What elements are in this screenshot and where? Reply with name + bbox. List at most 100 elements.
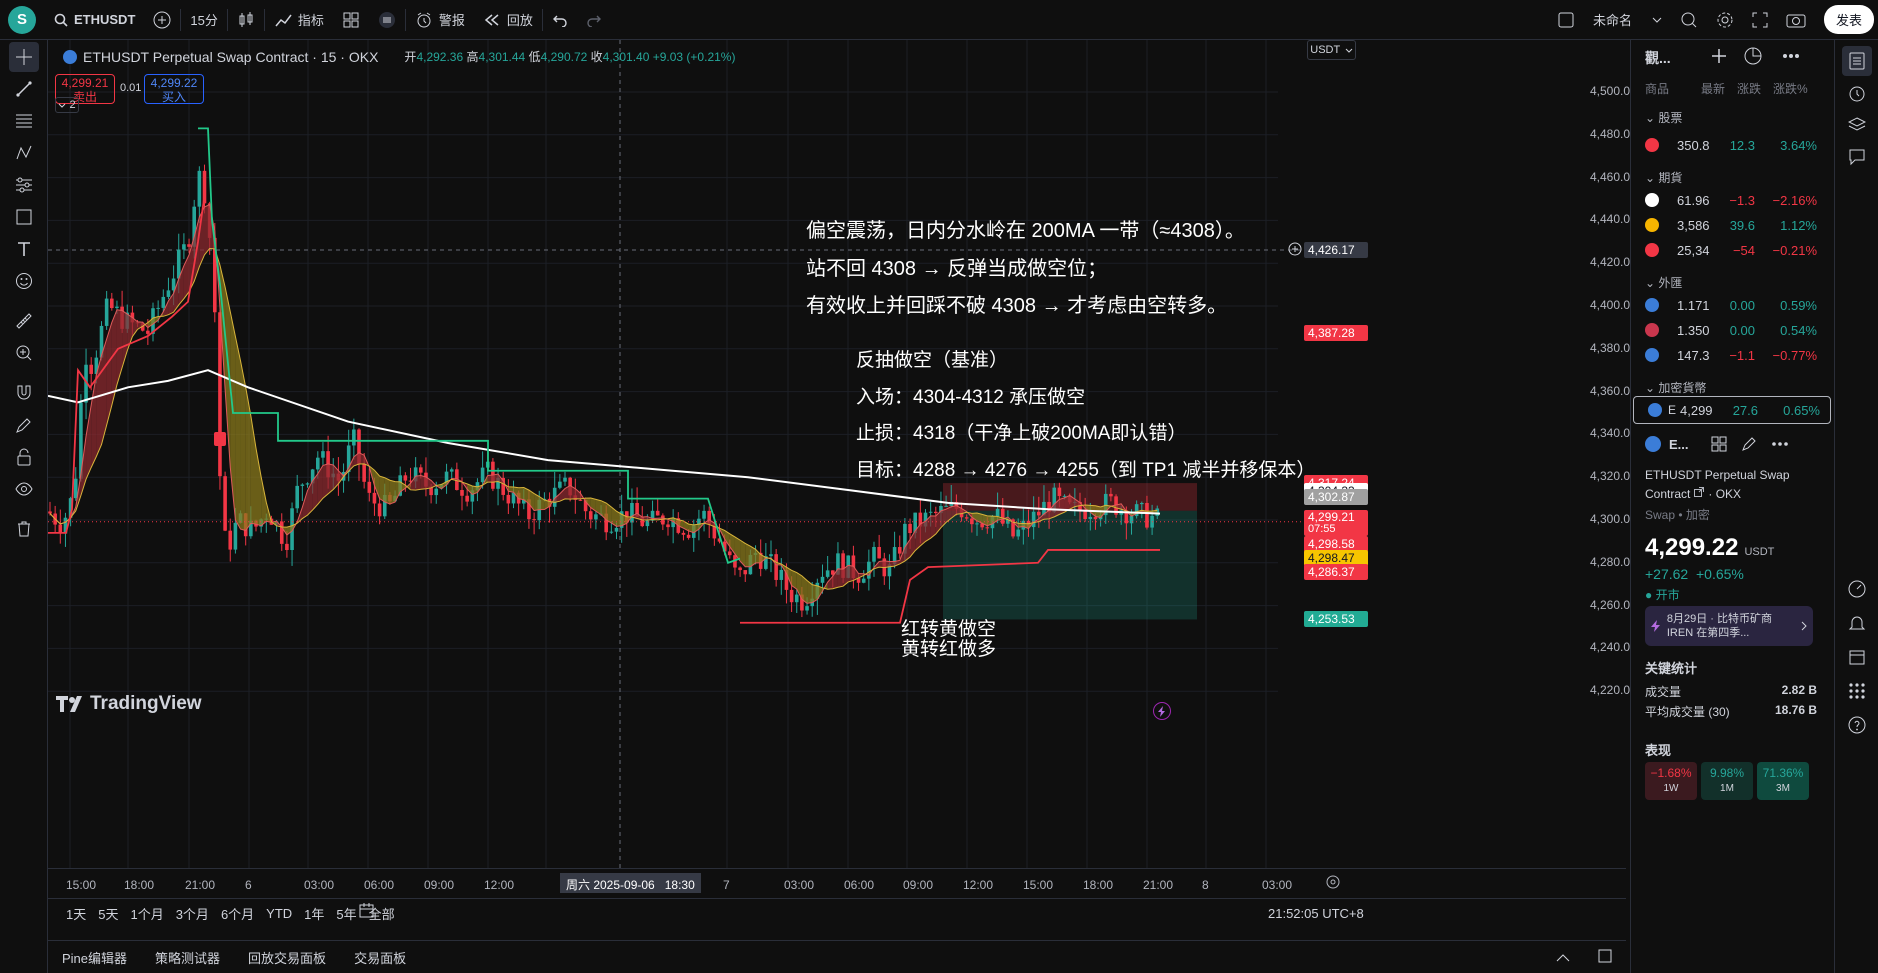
snapshot-button[interactable] [1777, 0, 1815, 40]
symbol-search[interactable]: ETHUSDT [45, 0, 144, 40]
grid-icon[interactable] [1711, 436, 1727, 452]
calendar-toggle[interactable] [1842, 642, 1872, 672]
col-change[interactable]: 涨跌 [1737, 80, 1773, 97]
indicators-collapse-button[interactable]: 2 [55, 97, 79, 113]
watchlist-toggle[interactable] [1842, 46, 1872, 76]
layout-toggle[interactable] [1548, 0, 1584, 40]
plan-title[interactable]: 反抽做空（基准） [856, 345, 1008, 372]
chart-area[interactable]: ETHUSDT Perpetual Swap Contract · 15 · O… [48, 40, 1637, 928]
bottom-tab[interactable]: 回放交易面板 [234, 948, 340, 967]
symbol-title[interactable]: ETHUSDT Perpetual Swap Contract · 15 · O… [83, 49, 378, 65]
chart-plot[interactable]: ETHUSDT Perpetual Swap Contract · 15 · O… [48, 40, 1637, 868]
range-button[interactable]: 6个月 [215, 904, 260, 923]
object-tree-toggle[interactable] [1842, 110, 1872, 140]
alerts-button[interactable]: 警报 [406, 0, 474, 40]
detail-symbol[interactable]: E... [1669, 437, 1689, 452]
chat-toggle[interactable] [1842, 142, 1872, 172]
watchlist-row[interactable]: 147.3 −1.1 −0.77% [1631, 341, 1835, 369]
group-crypto[interactable]: ⌄ 加密貨幣 [1645, 379, 1706, 396]
watchlist-more-button[interactable] [1781, 46, 1801, 69]
watchlist-row[interactable]: 350.8 12.3 3.64% [1631, 131, 1835, 159]
compare-button[interactable] [144, 0, 180, 40]
lightning-icon[interactable] [1153, 702, 1171, 720]
axis-settings-button[interactable] [1325, 874, 1341, 893]
logo-button[interactable]: S [0, 0, 45, 40]
fib-tool[interactable] [9, 106, 39, 136]
object-tree-button[interactable] [369, 0, 405, 40]
pattern-tool[interactable] [9, 138, 39, 168]
time-axis[interactable]: 周六 2025-09-06 18:30 15:00 18:00 21:00 6 03:0… [48, 868, 1626, 896]
watchlist-row[interactable]: 3,586 39.6 1.12% [1631, 211, 1835, 239]
watchlist-row[interactable]: 1.171 0.00 0.59% [1631, 291, 1835, 319]
settings-button[interactable] [1707, 0, 1743, 40]
watchlist-row[interactable]: 1.350 0.00 0.54% [1631, 316, 1835, 344]
external-link-icon[interactable] [1694, 487, 1705, 497]
zoom-tool[interactable] [9, 338, 39, 368]
clock-timezone[interactable]: 21:52:05 UTC+8 [1268, 906, 1364, 921]
range-button[interactable]: 1年 [298, 904, 330, 923]
maximize-panel-button[interactable] [1584, 949, 1626, 966]
measure-tool[interactable] [9, 306, 39, 336]
watchlist-row[interactable]: E 4,299 27.6 0.65% [1633, 396, 1831, 424]
notifications-toggle[interactable] [1842, 608, 1872, 638]
signal-note-1[interactable]: 红转黄做空 [901, 620, 996, 640]
crosshair-tool[interactable] [9, 42, 39, 72]
group-futures[interactable]: ⌄ 期貨 [1645, 169, 1682, 186]
col-change-pct[interactable]: 涨跌% [1773, 80, 1813, 97]
group-forex[interactable]: ⌄ 外匯 [1645, 274, 1682, 291]
trendline-tool[interactable] [9, 74, 39, 104]
text-tool[interactable] [9, 234, 39, 264]
undo-button[interactable] [543, 0, 577, 40]
delete-tool[interactable] [9, 514, 39, 544]
forecast-tool[interactable] [9, 170, 39, 200]
annotation-line-3[interactable]: 有效收上并回踩不破 4308 → 才考虑由空转多。 [806, 289, 1227, 318]
bottom-tab[interactable]: 交易面板 [340, 948, 420, 967]
news-card[interactable]: 8月29日 · 比特币矿商 IREN 在第四季... [1645, 606, 1813, 646]
indicators-button[interactable]: 指标 [265, 0, 333, 40]
performance-tile[interactable]: 71.36% 3M [1757, 762, 1809, 800]
redo-button[interactable] [577, 0, 611, 40]
bottom-tab[interactable]: 策略测试器 [141, 948, 234, 967]
watchlist-row[interactable]: 61.96 −1.3 −2.16% [1631, 186, 1835, 214]
interval-button[interactable]: 15分 [181, 0, 226, 40]
help-toggle[interactable] [1842, 710, 1872, 740]
range-button[interactable]: 1个月 [124, 904, 169, 923]
watchlist-row[interactable]: 25,34 −54 −0.21% [1631, 236, 1835, 264]
range-button[interactable]: YTD [260, 906, 298, 921]
layout-name[interactable]: 未命名 [1584, 0, 1671, 40]
templates-button[interactable] [333, 0, 369, 40]
annotation-line-2[interactable]: 站不回 4308 → 反弹当成做空位； [806, 252, 1107, 281]
add-alert-plus-icon[interactable] [1287, 241, 1303, 257]
candlestick-chart[interactable] [48, 40, 1626, 868]
alerts-toggle[interactable] [1842, 78, 1872, 108]
annotation-line-1[interactable]: 偏空震荡，日内分水岭在 200MA 一带（≈4308）。 [806, 214, 1245, 243]
buy-button[interactable]: 4,299.22 买入 [144, 74, 204, 104]
draw-mode-tool[interactable] [9, 410, 39, 440]
signal-note-2[interactable]: 黄转红做多 [901, 640, 996, 660]
group-stocks[interactable]: ⌄ 股票 [1645, 109, 1682, 126]
magnet-tool[interactable] [9, 378, 39, 408]
range-button[interactable]: 5天 [92, 904, 124, 923]
lock-tool[interactable] [9, 442, 39, 472]
plan-target[interactable]: 目标：4288 → 4276 → 4255（到 TP1 减半并移保本） [856, 455, 1315, 482]
watchlist-title[interactable]: 觀... [1645, 48, 1671, 68]
chart-type-button[interactable] [228, 0, 264, 40]
emoji-tool[interactable] [9, 266, 39, 296]
advanced-view-button[interactable] [1743, 46, 1763, 69]
publish-button[interactable]: 发表 [1823, 5, 1874, 34]
add-symbol-button[interactable] [1711, 48, 1727, 67]
range-button[interactable]: 1天 [60, 904, 92, 923]
performance-tile[interactable]: 9.98% 1M [1701, 762, 1753, 800]
signals-toggle[interactable] [1842, 574, 1872, 604]
shapes-tool[interactable] [9, 202, 39, 232]
more-dots-icon[interactable] [1771, 436, 1789, 452]
range-button[interactable]: 3个月 [170, 904, 215, 923]
col-last[interactable]: 最新 [1701, 80, 1737, 97]
fullscreen-button[interactable] [1743, 0, 1777, 40]
replay-button[interactable]: 回放 [474, 0, 542, 40]
visibility-tool[interactable] [9, 474, 39, 504]
currency-selector[interactable]: USDT [1307, 40, 1356, 60]
performance-tile[interactable]: −1.68% 1W [1645, 762, 1697, 800]
plan-stop[interactable]: 止损：4318（干净上破200MA即认错） [856, 418, 1186, 445]
edit-icon[interactable] [1741, 436, 1757, 452]
